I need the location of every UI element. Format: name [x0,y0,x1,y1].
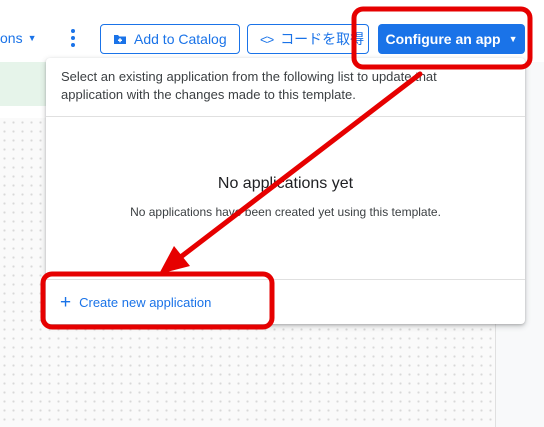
empty-state-subtitle: No applications have been created yet us… [130,205,441,219]
dropdown-description: Select an existing application from the … [61,69,437,102]
options-menu[interactable]: ons ▼ [0,26,37,50]
add-to-catalog-label: Add to Catalog [134,31,227,47]
options-label: ons [0,30,23,46]
empty-state-title: No applications yet [217,175,354,192]
divider [46,279,525,280]
divider [46,116,525,117]
create-new-application-label: Create new application [79,294,212,310]
create-new-application-button[interactable]: + Create new application [60,291,211,313]
configure-app-button[interactable]: Configure an app ▼ [378,24,525,54]
caret-down-icon: ▼ [508,34,518,44]
configure-app-dropdown: Select an existing application from the … [46,58,525,324]
configure-app-label: Configure an app [385,31,501,47]
add-to-catalog-button[interactable]: Add to Catalog [100,24,240,54]
caret-down-icon: ▼ [27,33,37,43]
get-code-button[interactable]: <> コードを取得 [247,24,369,54]
code-icon: <> [260,31,274,47]
plus-icon: + [60,291,72,313]
add-to-catalog-icon [114,35,126,44]
more-vert-icon[interactable] [69,27,77,49]
get-code-label: コードを取得 [280,31,365,47]
info-banner [0,62,46,106]
